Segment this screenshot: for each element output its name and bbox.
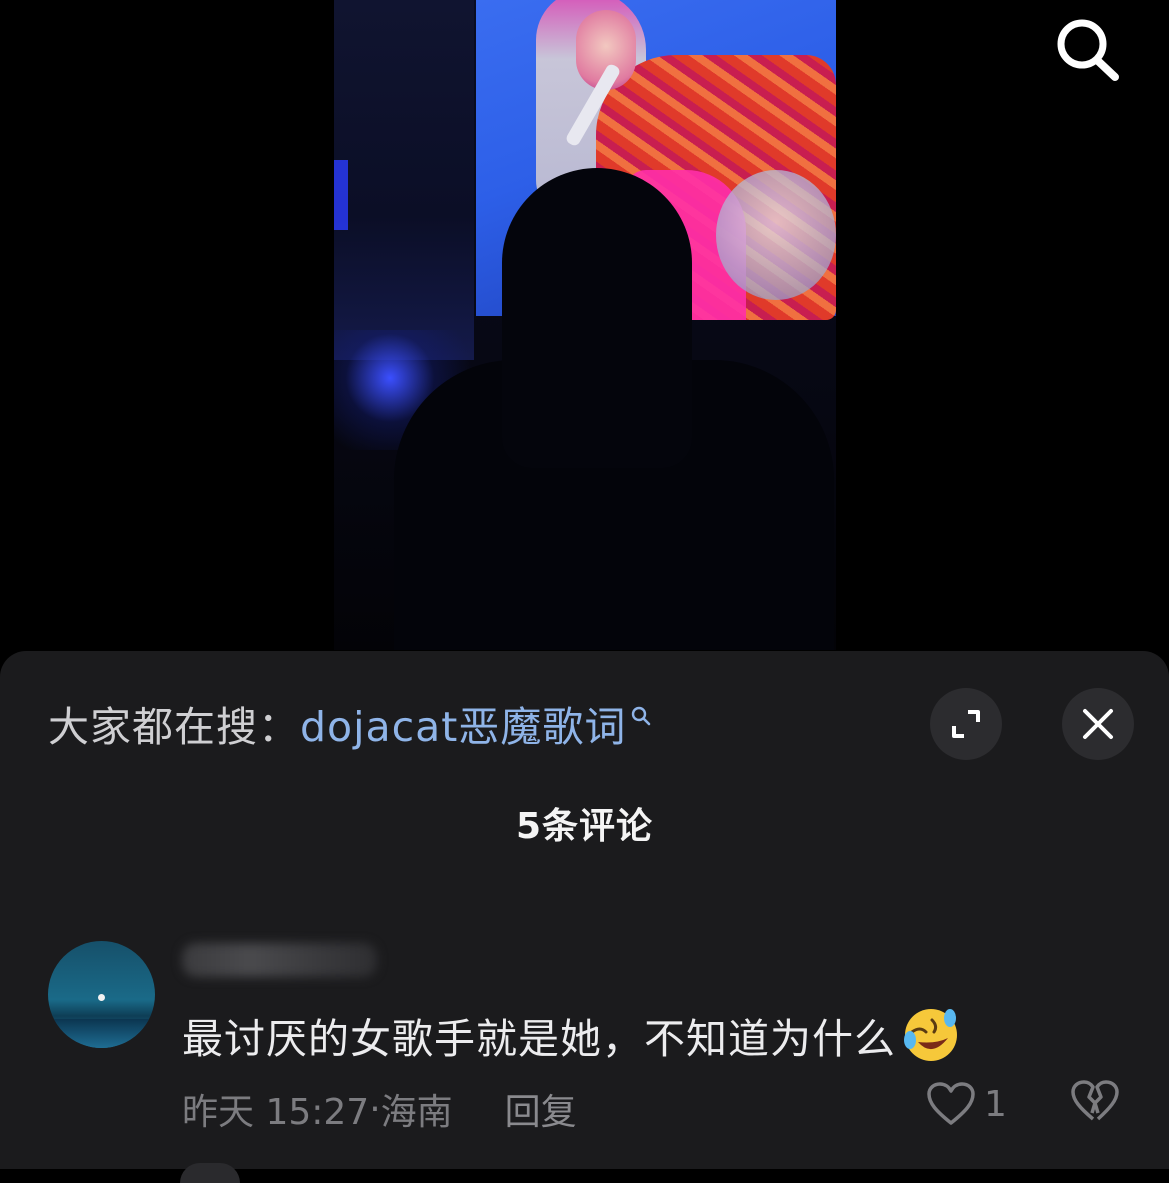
audience-head [502,168,692,468]
dislike-button[interactable] [1070,1079,1120,1129]
reply-button[interactable]: 回复 [505,1083,577,1135]
comment-body: 最讨厌的女歌手就是她，不知道为什么 [182,1015,896,1063]
close-icon [1083,709,1113,739]
stage-structure [334,0,474,360]
broken-heart-icon [1071,1080,1119,1121]
search-suggestion[interactable]: 大家都在搜： dojacat恶魔歌词 [48,695,652,751]
heart-icon [927,1082,975,1125]
search-small-icon [630,689,652,737]
like-button[interactable]: 1 [926,1081,1007,1127]
suggestion-term[interactable]: dojacat恶魔歌词 [300,693,626,753]
username-blurred[interactable] [182,943,377,977]
avatar-moon [98,994,105,1001]
avatar[interactable] [48,941,155,1048]
stage-light [334,160,348,230]
next-comment-avatar[interactable] [180,1163,240,1183]
comment-location: 海南 [380,1092,453,1133]
suggestion-prefix: 大家都在搜： [48,703,300,751]
video-player[interactable] [334,0,836,650]
close-button[interactable] [1062,688,1134,760]
expand-button[interactable] [930,688,1002,760]
avatar-sea [48,1019,155,1048]
comment-text-row[interactable]: 最讨厌的女歌手就是她，不知道为什么 [182,1005,960,1065]
location-separator: · [369,1088,381,1130]
expand-icon [952,710,980,738]
search-icon[interactable] [1052,16,1124,84]
like-count: 1 [984,1083,1007,1125]
comment-time: 昨天 15:27 [182,1092,370,1133]
comment-meta: 昨天 15:27 · 海南 回复 [182,1083,577,1135]
rofl-emoji-icon [902,1006,960,1064]
comments-sheet: 大家都在搜： dojacat恶魔歌词 5条评论 最讨厌的女歌手就是她，不知道为什… [0,651,1169,1183]
comment-count-title: 5条评论 [515,806,654,847]
performer-skirt [716,170,836,300]
